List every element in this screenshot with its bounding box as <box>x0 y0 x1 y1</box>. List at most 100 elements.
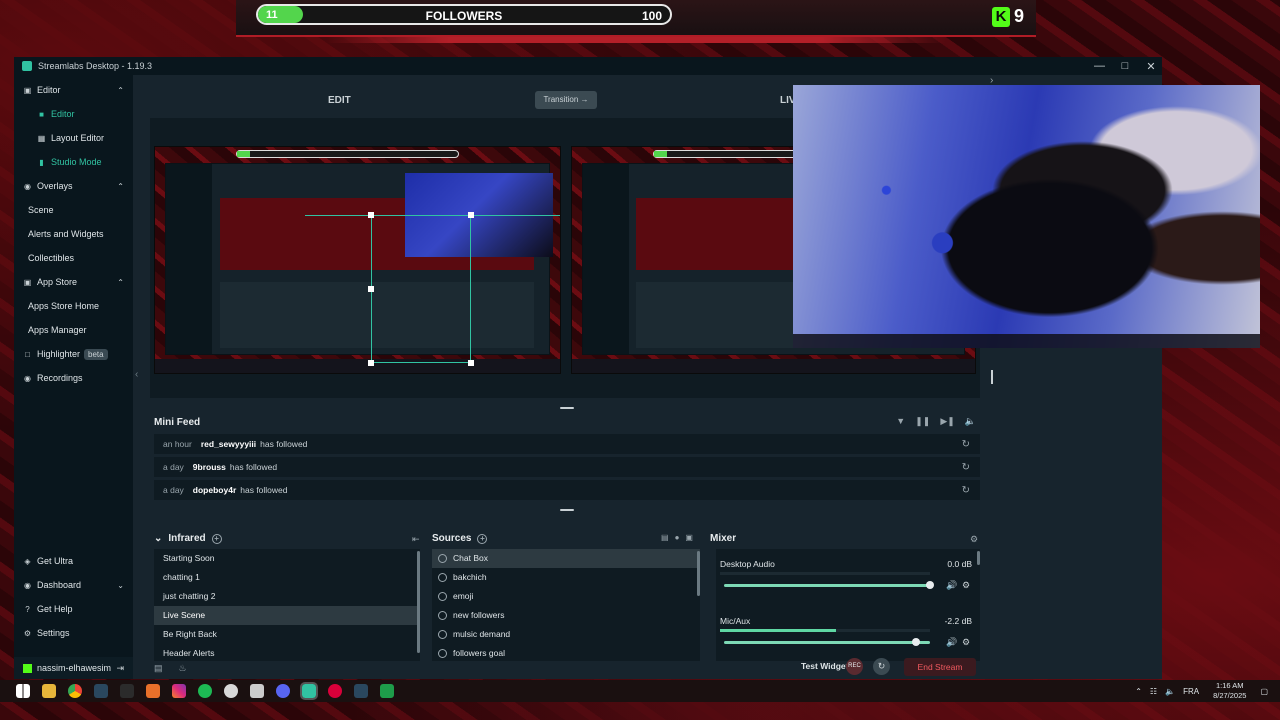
edit-preview-canvas[interactable] <box>154 146 561 374</box>
volume-icon[interactable]: 🔈 <box>1165 687 1175 696</box>
obs-icon[interactable] <box>224 684 238 698</box>
chevron-up-icon[interactable]: ⌃ <box>117 278 124 287</box>
speaker-icon[interactable]: 🔊 <box>946 637 957 648</box>
pause-icon[interactable]: ❚❚ <box>915 416 930 427</box>
sidebar-item-settings[interactable]: ⚙ Settings <box>14 624 133 642</box>
mixer-settings-gear-icon[interactable]: ⚙ <box>970 534 978 545</box>
chrome-icon[interactable] <box>68 684 82 698</box>
performance-icon[interactable]: ▤ <box>154 663 163 674</box>
scene-item[interactable]: chatting 1 <box>154 568 420 587</box>
resize-handle[interactable] <box>368 360 374 366</box>
sidebar-item-get-ultra[interactable]: ◈ Get Ultra <box>14 552 133 570</box>
controller-icon[interactable] <box>250 684 264 698</box>
source-item[interactable]: bakchich <box>432 568 700 587</box>
record-button[interactable]: REC <box>846 658 863 675</box>
resize-handle[interactable] <box>368 286 374 292</box>
mixer-scrollbar[interactable] <box>977 551 980 565</box>
docks-resize-handle[interactable] <box>560 509 574 511</box>
preview-scrollbar[interactable] <box>991 370 993 384</box>
sidebar-item-editor[interactable]: ▣ Editor ⌃ <box>14 81 133 99</box>
close-button[interactable]: ✕ <box>1146 60 1156 73</box>
minimize-button[interactable]: — <box>1094 60 1105 72</box>
app-icon[interactable] <box>380 684 394 698</box>
sidebar-item-apps-manager[interactable]: Apps Manager <box>14 321 133 339</box>
sidebar-item-collectibles[interactable]: Collectibles <box>14 249 133 267</box>
source-item[interactable]: emoji <box>432 587 700 606</box>
sidebar-item-highlighter[interactable]: □ Highlighter beta <box>14 345 133 363</box>
source-visibility-icon[interactable]: ● <box>675 533 680 542</box>
language-indicator[interactable]: FRA <box>1183 687 1199 696</box>
sidebar-item-app-store[interactable]: ▣ App Store ⌃ <box>14 273 133 291</box>
notifications-bell-icon[interactable]: ♨ <box>179 663 187 674</box>
spotify-icon[interactable] <box>198 684 212 698</box>
source-folder-icon[interactable]: ▣ <box>685 533 693 542</box>
system-clock[interactable]: 1:16 AM 8/27/2025 <box>1213 681 1246 701</box>
source-group-icon[interactable]: ▤ <box>661 533 669 542</box>
scene-item[interactable]: Starting Soon <box>154 549 420 568</box>
selection-box[interactable] <box>371 215 471 363</box>
feed-resize-handle[interactable] <box>560 407 574 409</box>
network-icon[interactable]: ☷ <box>1150 687 1157 696</box>
volume-slider-knob[interactable] <box>926 581 934 589</box>
logout-icon[interactable]: ⇥ <box>116 663 124 674</box>
add-source-icon[interactable]: + <box>477 533 488 544</box>
scene-collection-name[interactable]: Infrared <box>168 533 205 544</box>
instagram-icon[interactable] <box>172 684 186 698</box>
resize-handle[interactable] <box>468 212 474 218</box>
source-item[interactable]: new followers <box>432 606 700 625</box>
speaker-icon[interactable]: 🔊 <box>946 580 957 591</box>
scene-item[interactable]: just chatting 2 <box>154 587 420 606</box>
sidebar-item-editor-sub[interactable]: ■ Editor <box>14 105 133 123</box>
streamlabs-taskbar-icon[interactable] <box>300 682 318 700</box>
add-scene-icon[interactable]: + <box>211 533 222 544</box>
scene-scrollbar[interactable] <box>417 551 420 653</box>
scene-collection-chevron-icon[interactable]: ⌄ <box>154 533 162 544</box>
resize-handle[interactable] <box>368 212 374 218</box>
gear-icon[interactable]: ⚙ <box>962 637 970 648</box>
sidebar-item-scene[interactable]: Scene <box>14 201 133 219</box>
transition-button[interactable]: Transition → <box>535 91 597 109</box>
opera-icon[interactable] <box>328 684 342 698</box>
tray-chevron-up-icon[interactable]: ⌃ <box>1135 687 1142 696</box>
user-account-row[interactable]: nassim-elhawesim ⇥ <box>14 657 133 679</box>
replay-icon[interactable]: ↻ <box>962 439 970 450</box>
chevron-up-icon[interactable]: ⌃ <box>117 86 124 95</box>
mute-icon[interactable]: 🔈 <box>965 416 976 427</box>
gear-icon[interactable]: ⚙ <box>962 580 970 591</box>
sidebar-item-layout-editor[interactable]: ▦ Layout Editor <box>14 129 133 147</box>
artstation-icon[interactable] <box>146 684 160 698</box>
chevron-down-icon[interactable]: ⌄ <box>117 581 124 590</box>
chevron-up-icon[interactable]: ⌃ <box>117 182 124 191</box>
end-stream-button[interactable]: End Stream <box>904 658 976 676</box>
source-item[interactable]: mulsic demand <box>432 625 700 644</box>
collapse-sidebar-icon[interactable]: ‹ <box>135 369 138 380</box>
scene-transition-icon[interactable]: ⇤ <box>412 534 420 545</box>
source-scrollbar[interactable] <box>697 551 700 596</box>
scene-item[interactable]: Be Right Back <box>154 625 420 644</box>
resize-handle[interactable] <box>468 360 474 366</box>
chevron-right-icon[interactable]: › <box>990 75 993 86</box>
windows-start-icon[interactable] <box>16 684 30 698</box>
maximize-button[interactable]: □ <box>1120 60 1130 72</box>
volume-slider[interactable] <box>724 641 930 644</box>
steam-icon-2[interactable] <box>354 684 368 698</box>
skip-icon[interactable]: ▶❚ <box>940 416 954 427</box>
sidebar-item-dashboard[interactable]: ◉ Dashboard ⌄ <box>14 576 133 594</box>
replay-buffer-icon[interactable]: ↻ <box>873 658 890 675</box>
scene-item[interactable]: Live Scene <box>154 606 420 625</box>
notification-center-icon[interactable]: ▢ <box>1260 687 1268 696</box>
sidebar-item-get-help[interactable]: ? Get Help <box>14 600 133 618</box>
file-explorer-icon[interactable] <box>42 684 56 698</box>
volume-slider-knob[interactable] <box>911 638 920 646</box>
sidebar-item-alerts-widgets[interactable]: Alerts and Widgets <box>14 225 133 243</box>
source-item[interactable]: Chat Box <box>432 549 700 568</box>
sidebar-item-apps-store-home[interactable]: Apps Store Home <box>14 297 133 315</box>
steam-icon[interactable] <box>94 684 108 698</box>
replay-icon[interactable]: ↻ <box>962 462 970 473</box>
sidebar-item-studio-mode[interactable]: ▮ Studio Mode <box>14 153 133 171</box>
epic-games-icon[interactable] <box>120 684 134 698</box>
replay-icon[interactable]: ↻ <box>962 485 970 496</box>
sidebar-item-recordings[interactable]: ◉ Recordings <box>14 369 133 387</box>
filter-icon[interactable]: ▼ <box>896 416 905 427</box>
volume-slider[interactable] <box>724 584 930 587</box>
